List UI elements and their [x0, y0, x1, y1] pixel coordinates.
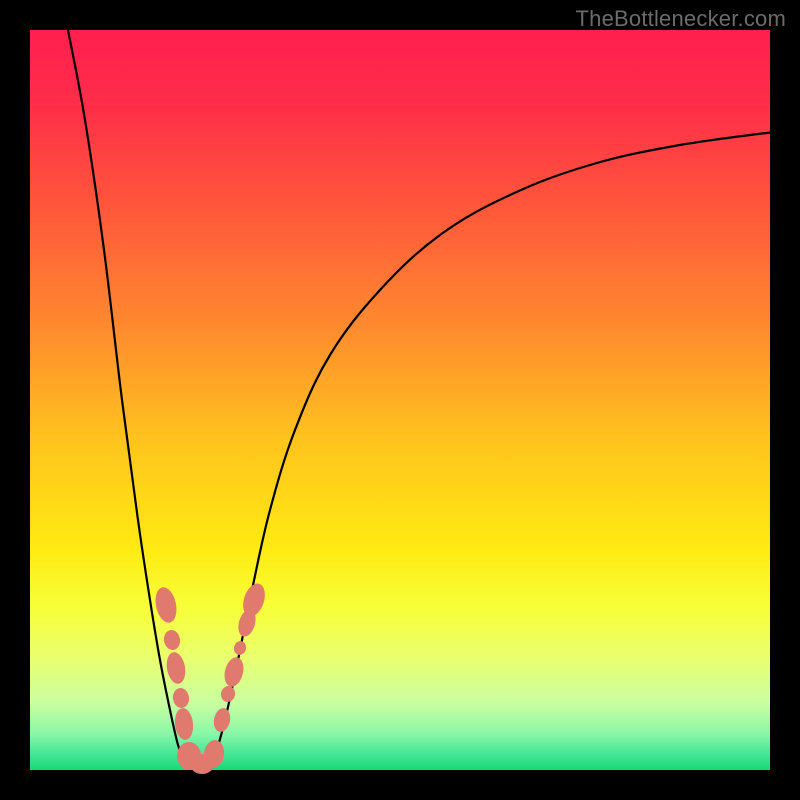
chart-svg — [0, 0, 800, 800]
gradient-panel — [30, 30, 770, 770]
watermark-text: TheBottlenecker.com — [576, 6, 786, 32]
chart-stage: TheBottlenecker.com — [0, 0, 800, 800]
